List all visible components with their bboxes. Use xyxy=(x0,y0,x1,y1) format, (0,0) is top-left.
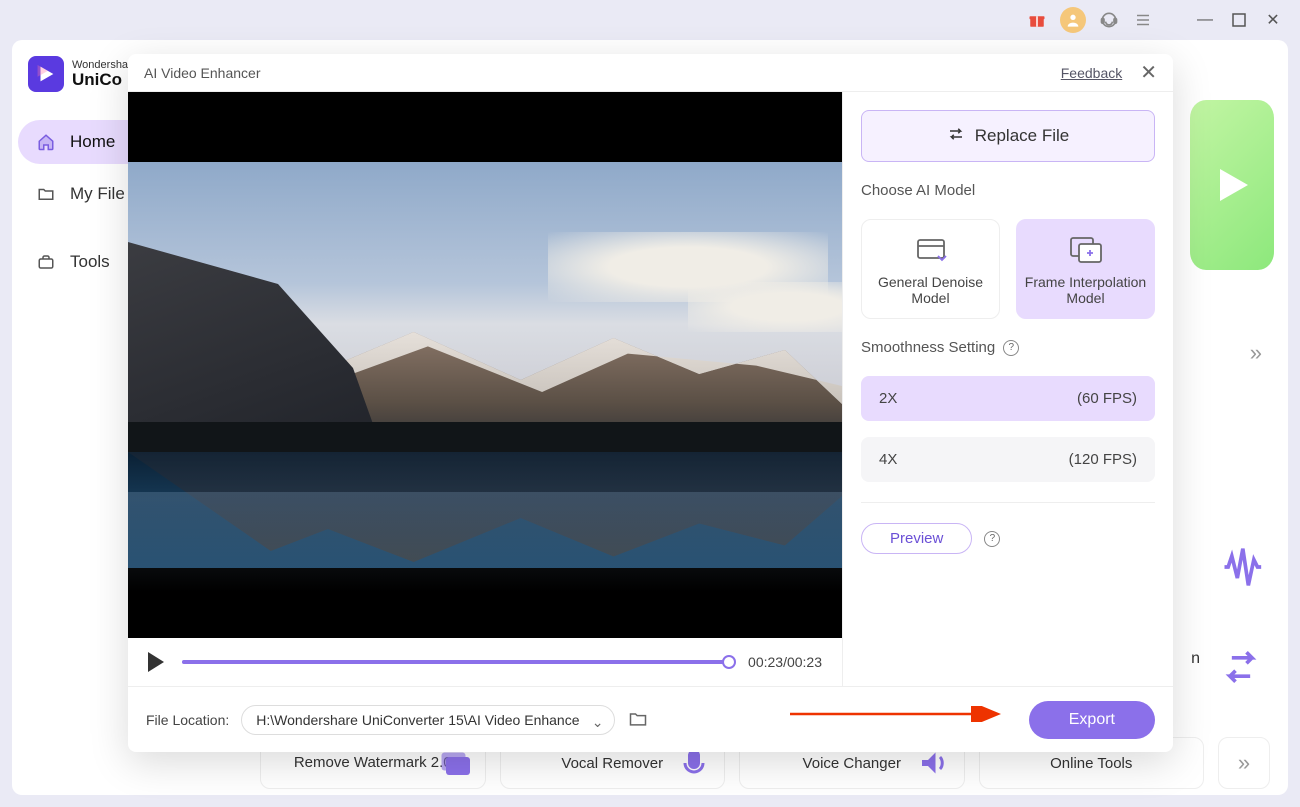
more-tools-button[interactable]: » xyxy=(1218,737,1270,789)
video-preview[interactable] xyxy=(128,92,842,638)
smoothness-2x[interactable]: 2X (60 FPS) xyxy=(861,376,1155,421)
play-button[interactable] xyxy=(148,652,164,672)
sidebar-item-label: Tools xyxy=(70,252,110,272)
close-window-button[interactable]: ✕ xyxy=(1262,9,1284,31)
smoothness-4x[interactable]: 4X (120 FPS) xyxy=(861,437,1155,482)
choose-model-label: Choose AI Model xyxy=(861,182,1155,199)
gift-icon[interactable] xyxy=(1026,9,1048,31)
model-frame-interpolation[interactable]: Frame Interpolation Model xyxy=(1016,219,1155,319)
replace-file-button[interactable]: Replace File xyxy=(861,110,1155,162)
feedback-link[interactable]: Feedback xyxy=(1061,65,1122,81)
promo-card xyxy=(1190,100,1274,270)
model-general-denoise[interactable]: General Denoise Model xyxy=(861,219,1000,319)
user-avatar-icon[interactable] xyxy=(1060,7,1086,33)
file-location-label: File Location: xyxy=(146,712,229,728)
carousel-next-icon[interactable]: » xyxy=(1250,340,1262,366)
menu-icon[interactable] xyxy=(1132,9,1154,31)
minimize-button[interactable]: — xyxy=(1194,9,1216,31)
home-icon xyxy=(36,132,56,152)
swap-icon xyxy=(1212,638,1270,696)
app-logo: WondershareUniCo xyxy=(28,56,138,92)
denoise-icon xyxy=(914,236,948,264)
close-modal-button[interactable]: ✕ xyxy=(1140,60,1157,85)
frame-icon xyxy=(1069,236,1103,264)
toolbox-icon xyxy=(36,252,56,272)
file-location-dropdown[interactable]: H:\Wondershare UniConverter 15\AI Video … xyxy=(241,705,614,735)
ai-video-enhancer-modal: AI Video Enhancer Feedback ✕ 00:23/00 xyxy=(128,54,1173,752)
support-icon[interactable] xyxy=(1098,9,1120,31)
open-folder-button[interactable] xyxy=(627,709,653,731)
noise-icon xyxy=(1212,538,1270,596)
seek-slider[interactable] xyxy=(182,660,730,664)
sidebar-item-label: My File xyxy=(70,184,125,204)
swap-icon xyxy=(947,125,965,148)
export-button[interactable]: Export xyxy=(1029,701,1155,739)
chevron-down-icon: ⌄ xyxy=(592,714,604,731)
sidebar-item-label: Home xyxy=(70,132,115,152)
bg-tool-partial-label: n xyxy=(1191,650,1200,668)
time-display: 00:23/00:23 xyxy=(748,654,822,670)
preview-button[interactable]: Preview xyxy=(861,523,972,554)
help-icon[interactable]: ? xyxy=(984,531,1000,547)
modal-title: AI Video Enhancer xyxy=(144,65,261,81)
help-icon[interactable]: ? xyxy=(1003,340,1019,356)
smoothness-label: Smoothness Setting xyxy=(861,339,995,356)
maximize-button[interactable] xyxy=(1228,9,1250,31)
folder-icon xyxy=(36,184,56,204)
